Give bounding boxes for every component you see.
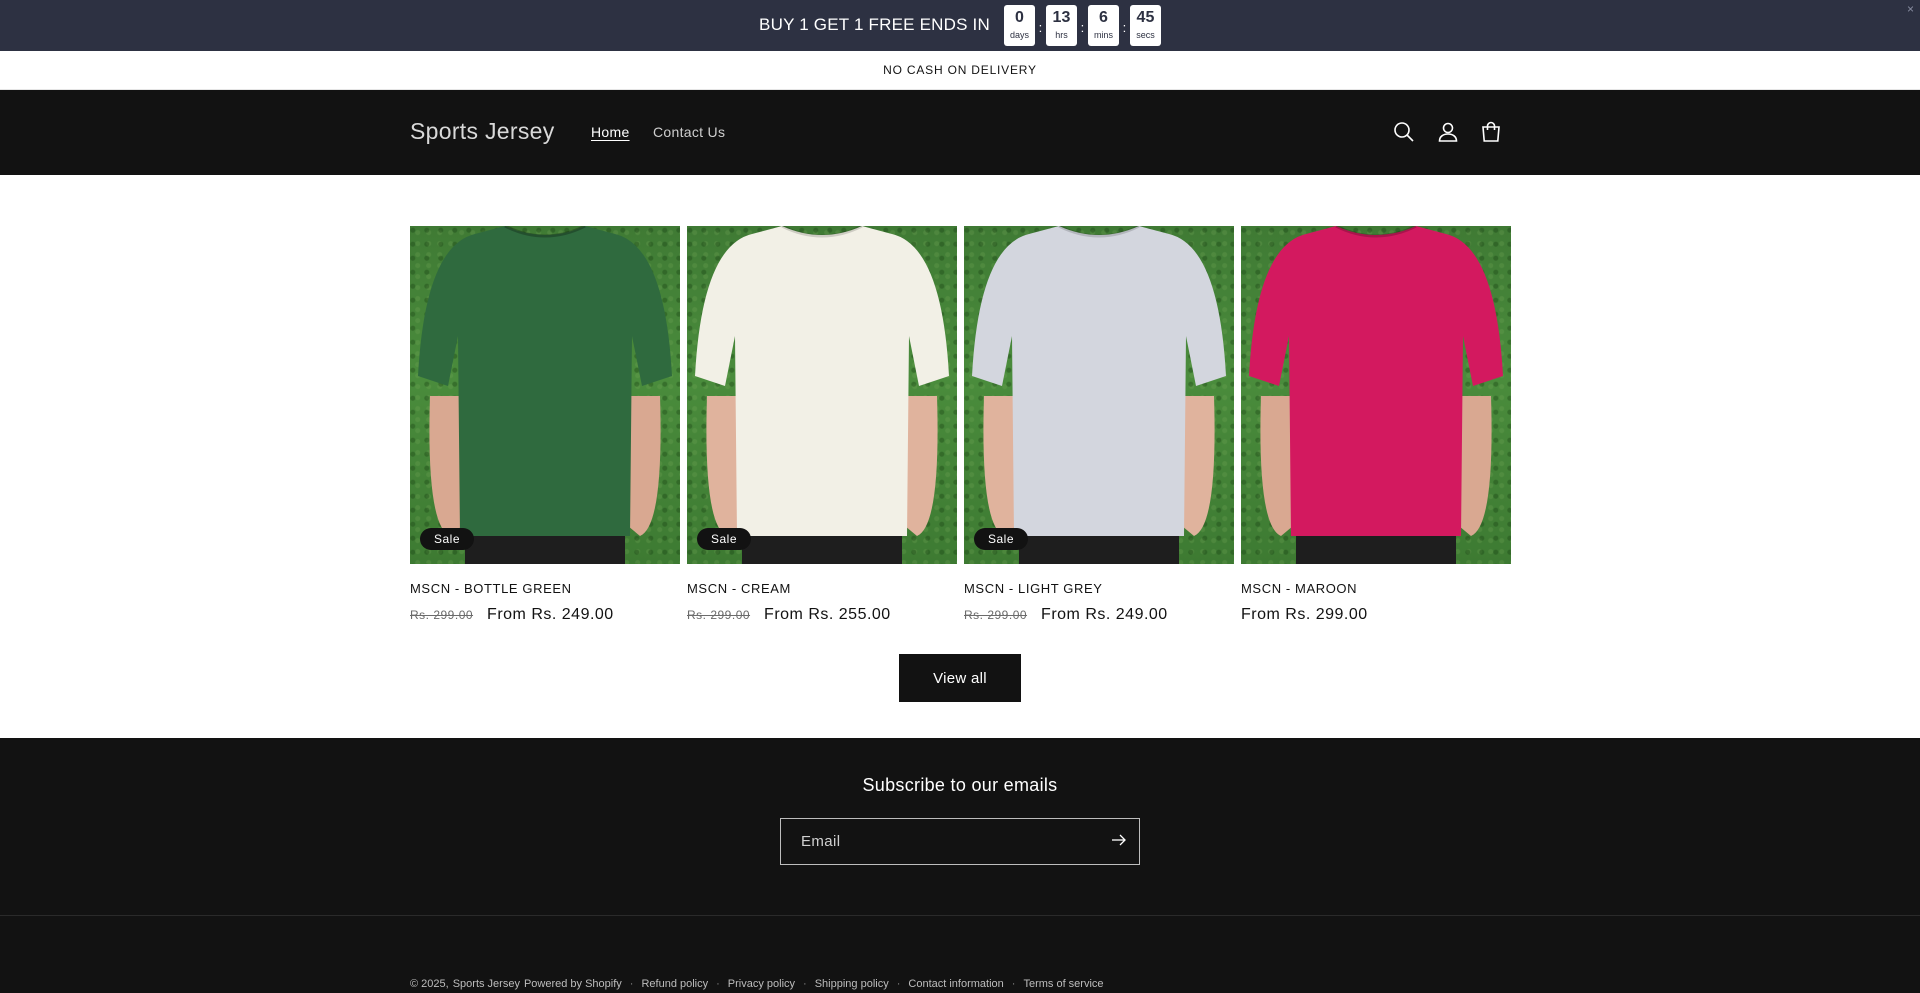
subscribe-title: Subscribe to our emails xyxy=(862,775,1058,795)
countdown-text: BUY 1 GET 1 FREE ENDS IN xyxy=(759,14,990,34)
privacy-policy-link[interactable]: Privacy policy xyxy=(728,978,795,990)
regular-price: Rs. 299.00 xyxy=(687,608,751,622)
search-icon[interactable] xyxy=(1390,118,1418,146)
announcement-text: NO CASH ON DELIVERY xyxy=(883,63,1037,77)
countdown-seconds: 45 secs xyxy=(1129,5,1161,46)
price-row: From Rs. 299.00 xyxy=(1241,606,1511,624)
regular-price: Rs. 299.00 xyxy=(410,608,474,622)
countdown-seconds-label: secs xyxy=(1136,29,1155,40)
product-image[interactable]: Sale xyxy=(410,226,680,564)
contact-information-link[interactable]: Contact information xyxy=(908,978,1003,990)
account-icon[interactable] xyxy=(1434,118,1462,146)
product-title[interactable]: MSCN - MAROON xyxy=(1241,581,1511,596)
shipping-policy-link[interactable]: Shipping policy xyxy=(815,978,889,990)
countdown-separator: : xyxy=(1122,20,1127,35)
sale-price: From Rs. 255.00 xyxy=(764,606,891,623)
arrow-right-icon[interactable] xyxy=(1111,833,1127,851)
countdown-hours-label: hrs xyxy=(1055,29,1068,40)
countdown-minutes-label: mins xyxy=(1093,29,1113,40)
countdown-hours-value: 13 xyxy=(1052,8,1071,26)
product-title[interactable]: MSCN - CREAM xyxy=(687,581,957,596)
price-row: Rs. 299.00 From Rs. 249.00 xyxy=(410,606,680,624)
countdown-separator: : xyxy=(1080,20,1085,35)
product-card[interactable]: Sale MSCN - BOTTLE GREEN Rs. 299.00 From… xyxy=(410,226,680,624)
footer-bottom: © 2025, Sports Jersey Powered by Shopify… xyxy=(410,978,1104,990)
store-link[interactable]: Sports Jersey xyxy=(453,978,520,990)
refund-policy-link[interactable]: Refund policy xyxy=(641,978,708,990)
copyright: © 2025, xyxy=(410,978,449,990)
product-title[interactable]: MSCN - BOTTLE GREEN xyxy=(410,581,680,596)
nav-contact-link[interactable]: Contact Us xyxy=(653,124,725,140)
close-icon[interactable]: × xyxy=(1907,2,1914,16)
product-card[interactable]: MSCN - MAROON From Rs. 299.00 xyxy=(1241,226,1511,624)
sale-badge: Sale xyxy=(420,528,475,550)
product-image[interactable]: Sale xyxy=(687,226,957,564)
sale-badge: Sale xyxy=(974,528,1029,550)
countdown-days: 0 days xyxy=(1003,5,1035,46)
countdown-bar: BUY 1 GET 1 FREE ENDS IN 0 days : 13 hrs… xyxy=(0,0,1920,51)
price-row: Rs. 299.00 From Rs. 255.00 xyxy=(687,606,957,624)
powered-by-link[interactable]: Powered by Shopify xyxy=(524,978,622,990)
sale-badge: Sale xyxy=(697,528,752,550)
terms-of-service-link[interactable]: Terms of service xyxy=(1023,978,1103,990)
product-card[interactable]: Sale MSCN - LIGHT GREY Rs. 299.00 From R… xyxy=(964,226,1234,624)
cart-icon[interactable] xyxy=(1477,118,1505,146)
sale-price: From Rs. 249.00 xyxy=(1041,606,1168,623)
countdown-hours: 13 hrs xyxy=(1045,5,1077,46)
product-card[interactable]: Sale MSCN - CREAM Rs. 299.00 From Rs. 25… xyxy=(687,226,957,624)
site-footer: Subscribe to our emails Email © 2025, Sp… xyxy=(0,738,1920,993)
countdown-seconds-value: 45 xyxy=(1136,8,1155,26)
email-field[interactable]: Email xyxy=(780,818,1140,865)
product-title[interactable]: MSCN - LIGHT GREY xyxy=(964,581,1234,596)
regular-price: Rs. 299.00 xyxy=(964,608,1028,622)
countdown-separator: : xyxy=(1038,20,1043,35)
nav-home-link[interactable]: Home xyxy=(591,124,630,140)
announcement-bar: NO CASH ON DELIVERY xyxy=(0,51,1920,90)
store-logo[interactable]: Sports Jersey xyxy=(410,118,555,145)
product-image[interactable] xyxy=(1241,226,1511,564)
countdown-minutes: 6 mins xyxy=(1087,5,1119,46)
price: From Rs. 299.00 xyxy=(1241,606,1368,623)
countdown-days-label: days xyxy=(1009,29,1029,40)
view-all-button[interactable]: View all xyxy=(899,654,1021,702)
footer-divider xyxy=(0,915,1920,916)
price-row: Rs. 299.00 From Rs. 249.00 xyxy=(964,606,1234,624)
sale-price: From Rs. 249.00 xyxy=(487,606,614,623)
countdown-minutes-value: 6 xyxy=(1099,8,1108,26)
countdown-days-value: 0 xyxy=(1015,8,1024,26)
email-placeholder: Email xyxy=(801,833,841,850)
site-header: Sports Jersey Home Contact Us xyxy=(0,90,1920,175)
product-image[interactable]: Sale xyxy=(964,226,1234,564)
